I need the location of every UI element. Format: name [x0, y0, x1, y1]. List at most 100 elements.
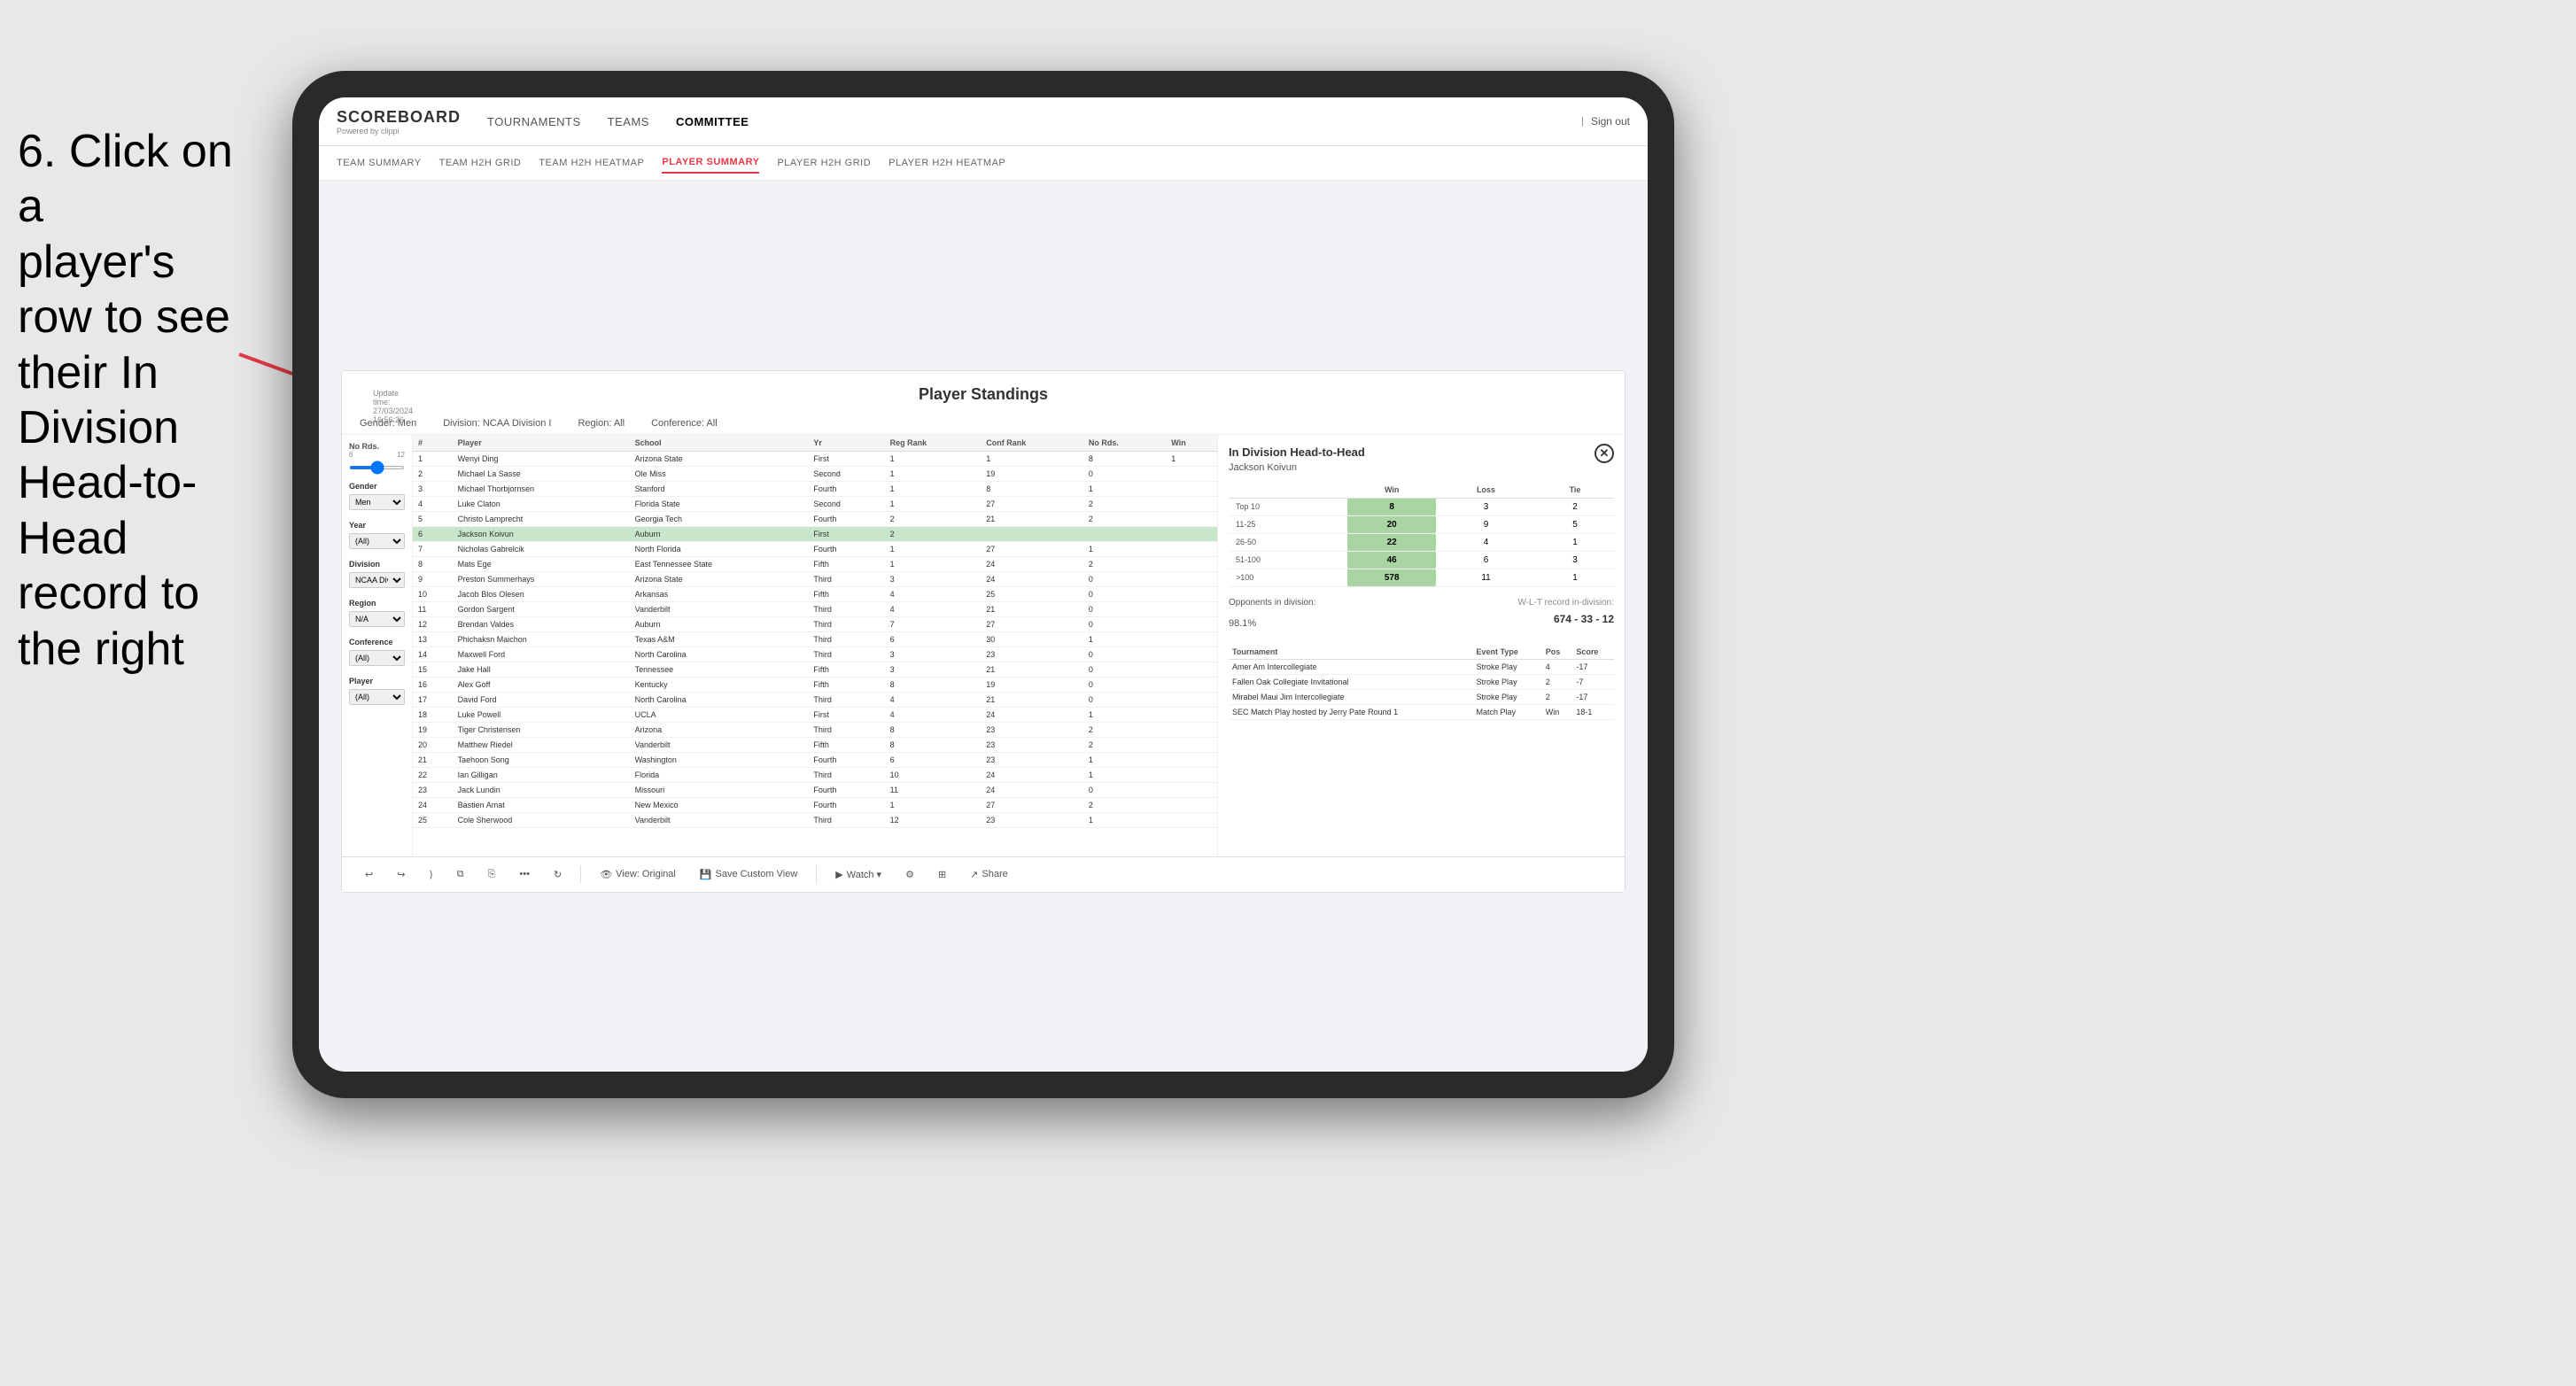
forward-button[interactable]: ⟩	[423, 866, 438, 883]
t-cell-score: -7	[1572, 674, 1614, 689]
cell-num: 7	[413, 541, 453, 556]
tournament-row: Amer Am Intercollegiate Stroke Play 4 -1…	[1229, 659, 1614, 674]
cell-player: Cole Sherwood	[453, 812, 630, 827]
cell-conf: 21	[981, 511, 1083, 526]
sign-out-link[interactable]: Sign out	[1591, 115, 1630, 128]
col-school: School	[630, 435, 809, 452]
table-row[interactable]: 3 Michael Thorbjornsen Stanford Fourth 1…	[413, 481, 1217, 496]
table-row[interactable]: 5 Christo Lamprecht Georgia Tech Fourth …	[413, 511, 1217, 526]
table-row[interactable]: 14 Maxwell Ford North Carolina Third 3 2…	[413, 647, 1217, 662]
h2h-cell-label: 51-100	[1229, 551, 1347, 569]
no-rds-slider[interactable]	[349, 466, 405, 469]
table-row[interactable]: 11 Gordon Sargent Vanderbilt Third 4 21 …	[413, 601, 1217, 616]
region-select[interactable]: N/A	[349, 611, 405, 627]
table-row[interactable]: 20 Matthew Riedel Vanderbilt Fifth 8 23 …	[413, 737, 1217, 752]
cell-conf: 23	[981, 737, 1083, 752]
nav-item-teams[interactable]: TEAMS	[608, 111, 649, 133]
cell-school: Arizona	[630, 722, 809, 737]
table-row[interactable]: 17 David Ford North Carolina Third 4 21 …	[413, 692, 1217, 707]
table-row[interactable]: 13 Phichaksn Maichon Texas A&M Third 6 3…	[413, 631, 1217, 647]
table-row[interactable]: 12 Brendan Valdes Auburn Third 7 27 0	[413, 616, 1217, 631]
cell-rds: 1	[1083, 631, 1166, 647]
cell-player: Brendan Valdes	[453, 616, 630, 631]
table-row[interactable]: 15 Jake Hall Tennessee Fifth 3 21 0	[413, 662, 1217, 677]
cell-num: 12	[413, 616, 453, 631]
table-row[interactable]: 23 Jack Lundin Missouri Fourth 11 24 0	[413, 782, 1217, 797]
table-row[interactable]: 18 Luke Powell UCLA First 4 24 1	[413, 707, 1217, 722]
year-select[interactable]: (All)	[349, 533, 405, 549]
cell-rds: 0	[1083, 586, 1166, 601]
sub-nav-team-h2h-heatmap[interactable]: TEAM H2H HEATMAP	[539, 153, 644, 173]
filter-row: Gender: Men Division: NCAA Division I Re…	[342, 413, 1625, 435]
cell-player: Taehoon Song	[453, 752, 630, 767]
gender-select[interactable]: Men	[349, 494, 405, 510]
cell-yr: Third	[808, 616, 884, 631]
refresh-button[interactable]: ↻	[548, 866, 567, 883]
save-custom-view-button[interactable]: 💾 Save Custom View	[694, 866, 803, 883]
undo-button[interactable]: ↩	[360, 866, 378, 883]
cell-conf: 23	[981, 812, 1083, 827]
table-row[interactable]: 9 Preston Summerhays Arizona State Third…	[413, 571, 1217, 586]
cell-num: 21	[413, 752, 453, 767]
redo-button[interactable]: ↪	[392, 866, 410, 883]
t-cell-pos: Win	[1542, 704, 1573, 719]
cell-win	[1166, 571, 1217, 586]
paste-button[interactable]: ⎘	[483, 866, 501, 883]
nav-item-tournaments[interactable]: TOURNAMENTS	[487, 111, 581, 133]
cell-yr: Fourth	[808, 797, 884, 812]
sub-nav-player-summary[interactable]: PLAYER SUMMARY	[662, 152, 759, 174]
sub-nav-team-h2h-grid[interactable]: TEAM H2H GRID	[439, 153, 522, 173]
sub-nav-player-h2h-heatmap[interactable]: PLAYER H2H HEATMAP	[888, 153, 1005, 173]
region-filter: Region N/A	[349, 599, 405, 627]
table-row[interactable]: 4 Luke Claton Florida State Second 1 27 …	[413, 496, 1217, 511]
sub-nav-team-summary[interactable]: TEAM SUMMARY	[337, 153, 422, 173]
table-row[interactable]: 7 Nicholas Gabrelcik North Florida Fourt…	[413, 541, 1217, 556]
table-row[interactable]: 19 Tiger Christensen Arizona Third 8 23 …	[413, 722, 1217, 737]
cell-conf: 23	[981, 722, 1083, 737]
cell-rds: 0	[1083, 466, 1166, 481]
division-select[interactable]: NCAA Division I	[349, 572, 405, 588]
table-row[interactable]: 16 Alex Goff Kentucky Fifth 8 19 0	[413, 677, 1217, 692]
cell-num: 20	[413, 737, 453, 752]
table-row[interactable]: 21 Taehoon Song Washington Fourth 6 23 1	[413, 752, 1217, 767]
share-icon: ↗	[970, 869, 978, 880]
table-row[interactable]: 6 Jackson Koivun Auburn First 2	[413, 526, 1217, 541]
nav-item-committee[interactable]: COMMITTEE	[676, 111, 749, 133]
cell-win	[1166, 722, 1217, 737]
cell-num: 16	[413, 677, 453, 692]
cell-yr: Fifth	[808, 677, 884, 692]
more-button[interactable]: •••	[514, 866, 535, 882]
table-row[interactable]: 25 Cole Sherwood Vanderbilt Third 12 23 …	[413, 812, 1217, 827]
table-row[interactable]: 22 Ian Gilligan Florida Third 10 24 1	[413, 767, 1217, 782]
separator-1	[580, 865, 581, 883]
share-button[interactable]: ↗ Share	[965, 866, 1013, 883]
grid-button[interactable]: ⊞	[933, 866, 951, 883]
close-button[interactable]: ✕	[1594, 444, 1614, 463]
view-original-button[interactable]: 👁 View: Original	[594, 866, 681, 883]
settings-button[interactable]: ⚙	[900, 866, 919, 883]
table-row[interactable]: 1 Wenyi Ding Arizona State First 1 1 8 1	[413, 451, 1217, 466]
cell-num: 15	[413, 662, 453, 677]
copy-button[interactable]: ⧉	[452, 866, 469, 883]
cell-conf	[981, 526, 1083, 541]
table-row[interactable]: 8 Mats Ege East Tennessee State Fifth 1 …	[413, 556, 1217, 571]
player-select[interactable]: (All)	[349, 689, 405, 705]
slider[interactable]	[349, 462, 405, 471]
table-row[interactable]: 24 Bastien Amat New Mexico Fourth 1 27 2	[413, 797, 1217, 812]
cell-school: Ole Miss	[630, 466, 809, 481]
table-row[interactable]: 10 Jacob Blos Olesen Arkansas Fifth 4 25…	[413, 586, 1217, 601]
conference-select[interactable]: (All)	[349, 650, 405, 666]
tournaments-table: Tournament Event Type Pos Score Amer Am …	[1229, 645, 1614, 720]
watch-button[interactable]: ▶ Watch ▾	[830, 866, 887, 883]
cell-yr: Third	[808, 812, 884, 827]
cell-win	[1166, 737, 1217, 752]
cell-school: Florida	[630, 767, 809, 782]
cell-num: 2	[413, 466, 453, 481]
filter-conference: Conference: All	[651, 418, 718, 429]
cell-win	[1166, 541, 1217, 556]
table-row[interactable]: 2 Michael La Sasse Ole Miss Second 1 19 …	[413, 466, 1217, 481]
t-cell-pos: 2	[1542, 674, 1573, 689]
cell-conf: 24	[981, 707, 1083, 722]
sub-nav-player-h2h-grid[interactable]: PLAYER H2H GRID	[777, 153, 871, 173]
cell-yr: Second	[808, 496, 884, 511]
